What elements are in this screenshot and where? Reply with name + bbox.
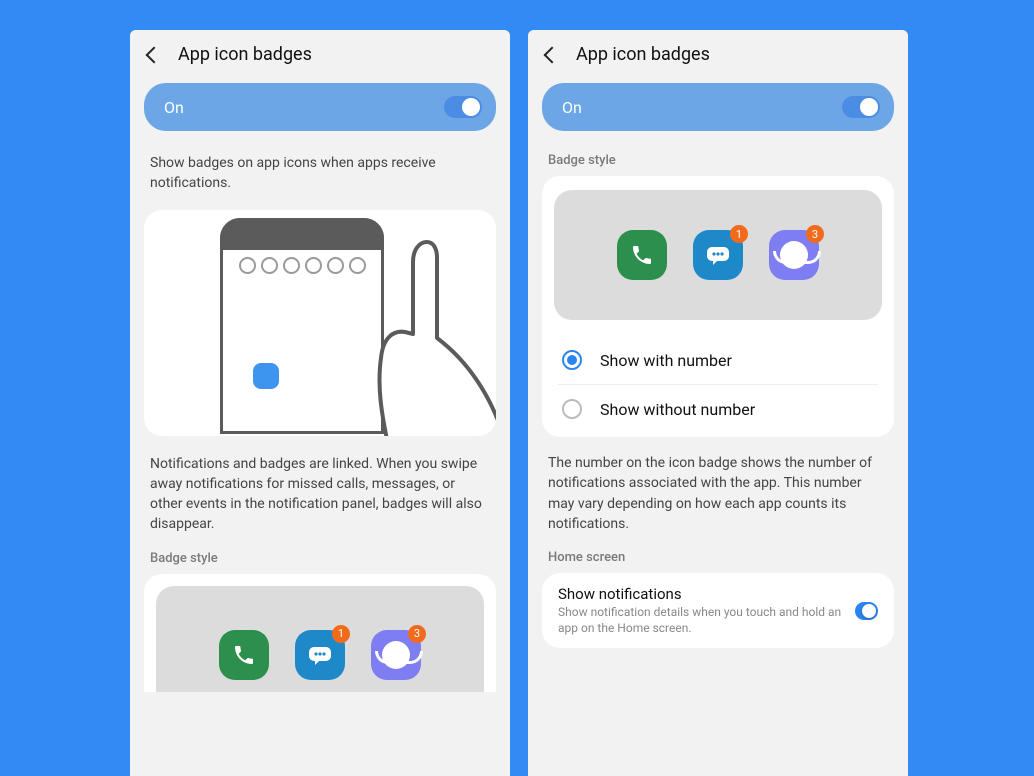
master-toggle-switch[interactable] xyxy=(444,96,482,118)
radio-icon xyxy=(562,399,582,419)
messages-app-icon: 1 xyxy=(295,630,345,680)
titlebar: App icon badges xyxy=(528,30,908,77)
master-toggle-bar[interactable]: On xyxy=(542,83,894,131)
illustration-card xyxy=(144,210,496,436)
radio-group: Show with number Show without number xyxy=(542,336,894,433)
app-dot-icon xyxy=(253,363,279,389)
row-subtitle: Show notification details when you touch… xyxy=(558,605,843,636)
badge-preview-card: 1 3 xyxy=(144,574,496,692)
phone-app-icon xyxy=(219,630,269,680)
badge-count: 3 xyxy=(408,625,426,643)
radio-label: Show without number xyxy=(600,400,755,419)
master-toggle-switch[interactable] xyxy=(842,96,880,118)
content-area: On Badge style 1 3 xyxy=(528,77,908,776)
phone-app-icon xyxy=(617,230,667,280)
section-badge-style: Badge style xyxy=(144,551,496,574)
content-area: On Show badges on app icons when apps re… xyxy=(130,77,510,776)
badge-count: 1 xyxy=(730,225,748,243)
hand-icon xyxy=(322,218,496,436)
description-badge-style: The number on the icon badge shows the n… xyxy=(542,453,894,534)
badge-style-card: 1 3 Show with number Show without number xyxy=(542,176,894,437)
badge-count: 3 xyxy=(806,225,824,243)
browser-app-icon: 3 xyxy=(371,630,421,680)
description-bottom: Notifications and badges are linked. Whe… xyxy=(144,454,496,535)
section-home-screen: Home screen xyxy=(542,550,894,573)
badge-preview-row: 1 3 xyxy=(554,190,882,320)
badge-preview-row: 1 3 xyxy=(156,586,484,692)
screenshot-right: App icon badges On Badge style 1 3 xyxy=(528,30,908,776)
page-title: App icon badges xyxy=(178,44,312,65)
row-title: Show notifications xyxy=(558,585,843,603)
show-notifications-row[interactable]: Show notifications Show notification det… xyxy=(542,573,894,648)
master-toggle-label: On xyxy=(562,98,582,117)
browser-app-icon: 3 xyxy=(769,230,819,280)
page-title: App icon badges xyxy=(576,44,710,65)
section-badge-style: Badge style xyxy=(542,153,894,176)
master-toggle-label: On xyxy=(164,98,184,117)
radio-icon xyxy=(562,350,582,370)
badge-count: 1 xyxy=(332,625,350,643)
radio-show-without-number[interactable]: Show without number xyxy=(558,384,878,433)
messages-app-icon: 1 xyxy=(693,230,743,280)
radio-show-with-number[interactable]: Show with number xyxy=(558,336,878,384)
titlebar: App icon badges xyxy=(130,30,510,77)
master-toggle-bar[interactable]: On xyxy=(144,83,496,131)
description-top: Show badges on app icons when apps recei… xyxy=(144,153,496,194)
show-notifications-switch[interactable] xyxy=(855,602,878,620)
radio-label: Show with number xyxy=(600,351,732,370)
back-icon[interactable] xyxy=(146,46,163,63)
back-icon[interactable] xyxy=(544,46,561,63)
screenshot-left: App icon badges On Show badges on app ic… xyxy=(130,30,510,776)
